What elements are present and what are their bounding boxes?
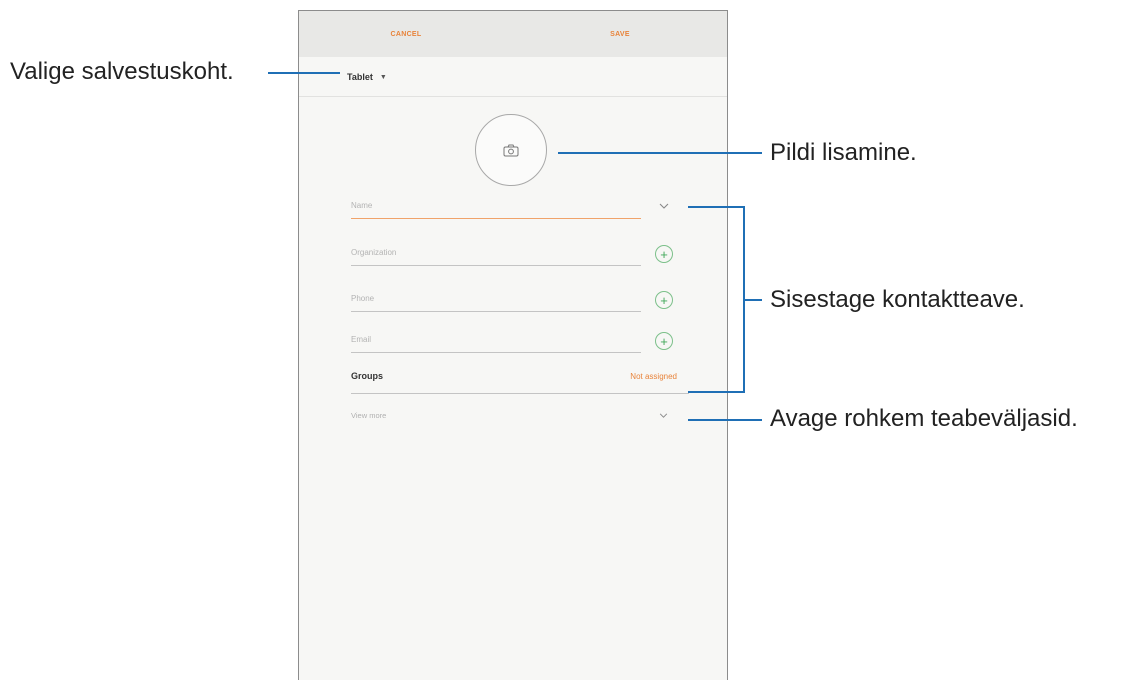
callout-lines [268,72,762,421]
callout-more-fields: Avage rohkem teabeväljasid. [770,405,1078,432]
callout-storage-location: Valige salvestuskoht. [10,58,234,85]
callout-add-photo: Pildi lisamine. [770,139,917,166]
callout-contact-info: Sisestage kontaktteave. [770,286,1025,313]
